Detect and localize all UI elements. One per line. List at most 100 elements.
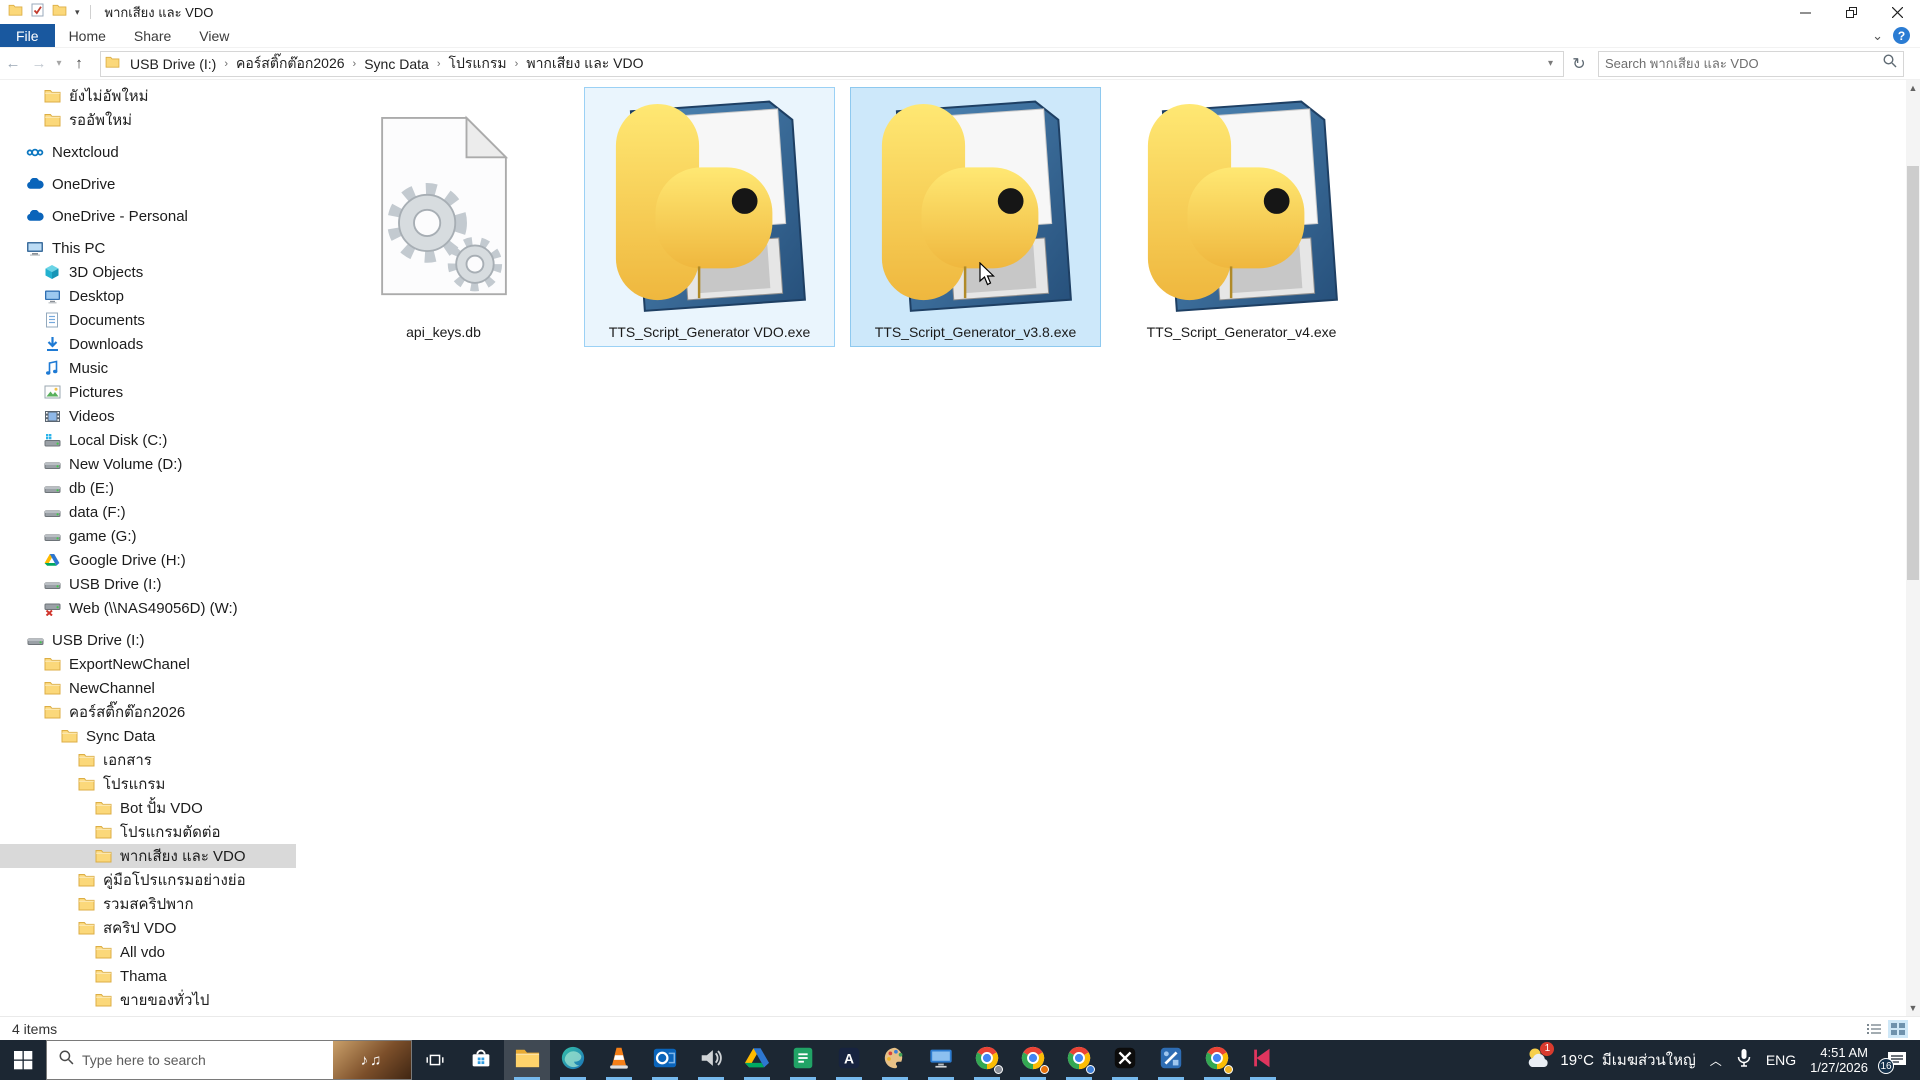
search-icon[interactable] [1883, 54, 1897, 73]
sidebar-item-desktop[interactable]: Desktop [0, 284, 296, 308]
recent-locations-chevron-icon[interactable]: ▾ [52, 58, 66, 69]
sidebar-item-data-f[interactable]: data (F:) [0, 500, 296, 524]
sidebar-item-onedrive[interactable]: OneDrive [0, 172, 296, 196]
sidebar-item-newchannel[interactable]: NewChannel [0, 676, 296, 700]
sidebar-item-game-g[interactable]: game (G:) [0, 524, 296, 548]
sidebar-item-3d-objects[interactable]: 3D Objects [0, 260, 296, 284]
up-arrow-icon[interactable]: ↑ [66, 55, 92, 72]
sidebar-item-[interactable]: รวมสคริปพาก [0, 892, 296, 916]
taskbar-app-edge[interactable] [550, 1040, 596, 1080]
sidebar-item-[interactable]: เอกสาร [0, 748, 296, 772]
microphone-icon[interactable] [1736, 1048, 1752, 1073]
breadcrumb-separator-icon[interactable]: › [435, 58, 443, 70]
sidebar-item-web-nas49056d-w[interactable]: Web (\\NAS49056D) (W:) [0, 596, 296, 620]
sidebar-item-[interactable]: ขายของทั่วไป [0, 988, 296, 1012]
taskbar-app-file-explorer[interactable] [504, 1040, 550, 1080]
sidebar-item-documents[interactable]: Documents [0, 308, 296, 332]
details-view-icon[interactable] [1864, 1020, 1884, 1038]
breadcrumb-segment[interactable]: โปรแกรม [442, 53, 512, 75]
ribbon-tab-file[interactable]: File [0, 24, 55, 47]
breadcrumb-separator-icon[interactable]: › [513, 58, 521, 70]
sidebar-item-usb-drive-i[interactable]: USB Drive (I:) [0, 572, 296, 596]
icons-view-icon[interactable] [1888, 1019, 1908, 1038]
search-highlight-art[interactable]: ♪♫ [333, 1041, 411, 1079]
restore-button[interactable] [1828, 0, 1874, 24]
taskbar-app-paint-palette[interactable] [872, 1040, 918, 1080]
file-item[interactable]: TTS_Script_Generator VDO.exe [584, 87, 835, 347]
sidebar-item-bot-vdo[interactable]: Bot ปั้ม VDO [0, 796, 296, 820]
new-folder-icon[interactable] [52, 3, 67, 21]
taskbar-app-outlook[interactable] [642, 1040, 688, 1080]
sidebar-item-[interactable]: คู่มือโปรแกรมอย่างย่อ [0, 868, 296, 892]
close-button[interactable] [1874, 0, 1920, 24]
taskbar-app-vlc[interactable] [596, 1040, 642, 1080]
start-button[interactable] [0, 1040, 46, 1080]
sidebar-item-google-drive-h[interactable]: Google Drive (H:) [0, 548, 296, 572]
sidebar-item-vdo[interactable]: พากเสียง และ VDO [0, 844, 296, 868]
taskbar-app-chrome[interactable] [1056, 1040, 1102, 1080]
sidebar-item-downloads[interactable]: Downloads [0, 332, 296, 356]
back-arrow-icon[interactable]: ← [0, 55, 26, 72]
sidebar-item-local-disk-c[interactable]: Local Disk (C:) [0, 428, 296, 452]
clock[interactable]: 4:51 AM 1/27/2026 [1810, 1045, 1868, 1075]
sidebar-item-vdo[interactable]: สคริป VDO [0, 916, 296, 940]
sidebar-item-usb-drive-i[interactable]: USB Drive (I:) [0, 628, 296, 652]
ribbon-tab-home[interactable]: Home [55, 24, 120, 47]
sidebar-item-music[interactable]: Music [0, 356, 296, 380]
sidebar-item-thama[interactable]: Thama [0, 964, 296, 988]
forward-arrow-icon[interactable]: → [26, 55, 52, 72]
sidebar-item-[interactable]: โปรแกรม [0, 772, 296, 796]
ribbon-tab-share[interactable]: Share [120, 24, 185, 47]
sidebar-item-db-e[interactable]: db (E:) [0, 476, 296, 500]
weather-widget[interactable]: 1 19°C มีเมฆส่วนใหญ่ [1526, 1041, 1696, 1075]
file-item[interactable]: api_keys.db [318, 87, 569, 347]
sidebar-item-exportnewchanel[interactable]: ExportNewChanel [0, 652, 296, 676]
taskbar-app-app-a[interactable]: A [826, 1040, 872, 1080]
file-item[interactable]: TTS_Script_Generator_v3.8.exe [850, 87, 1101, 347]
ribbon-tab-view[interactable]: View [185, 24, 243, 47]
taskbar-app-google-drive[interactable] [734, 1040, 780, 1080]
properties-icon[interactable] [31, 3, 44, 22]
notification-center-icon[interactable]: 16 [1878, 1050, 1912, 1074]
sidebar-item-[interactable]: รออัพใหม่ [0, 108, 296, 132]
file-item[interactable]: TTS_Script_Generator_v4.exe [1116, 87, 1367, 347]
sidebar-item-[interactable]: ยังไม่อัพใหม่ [0, 84, 296, 108]
taskbar-app-store[interactable] [458, 1040, 504, 1080]
sidebar-item-new-volume-d[interactable]: New Volume (D:) [0, 452, 296, 476]
file-list[interactable]: api_keys.db TTS_Script_Generator VDO.exe T… [296, 80, 1920, 1016]
search-box[interactable] [1598, 50, 1904, 77]
hidden-icons-chevron-icon[interactable]: ︿ [1710, 1052, 1722, 1069]
language-indicator[interactable]: ENG [1766, 1052, 1796, 1068]
address-dropdown-icon[interactable]: ▾ [1542, 58, 1559, 69]
taskbar-app-x-app[interactable] [1102, 1040, 1148, 1080]
taskbar-app-audio-app[interactable] [688, 1040, 734, 1080]
customize-quick-access-icon[interactable]: ▾ [75, 7, 80, 18]
minimize-button[interactable] [1782, 0, 1828, 24]
breadcrumb-separator-icon[interactable]: › [351, 58, 359, 70]
sidebar-item-this-pc[interactable]: This PC [0, 236, 296, 260]
task-view-button[interactable] [412, 1040, 458, 1080]
taskbar-app-chrome[interactable] [964, 1040, 1010, 1080]
breadcrumb-separator-icon[interactable]: › [222, 58, 230, 70]
taskbar-app-media-red[interactable] [1240, 1040, 1286, 1080]
breadcrumb-segment[interactable]: Sync Data [358, 56, 435, 72]
taskbar-app-remote-desktop[interactable] [918, 1040, 964, 1080]
breadcrumb-segment[interactable]: USB Drive (I:) [124, 56, 222, 72]
taskbar-app-sql-tool[interactable] [1148, 1040, 1194, 1080]
sidebar-item-pictures[interactable]: Pictures [0, 380, 296, 404]
address-bar[interactable]: USB Drive (I:) › คอร์สติ๊กต๊อก2026 › Sync Da… [100, 50, 1564, 77]
breadcrumb-segment[interactable]: คอร์สติ๊กต๊อก2026 [230, 53, 351, 75]
refresh-icon[interactable]: ↻ [1566, 51, 1592, 77]
taskbar-app-green-document[interactable] [780, 1040, 826, 1080]
sidebar-item-nextcloud[interactable]: Nextcloud [0, 140, 296, 164]
sidebar-item-2026[interactable]: คอร์สติ๊กต๊อก2026 [0, 700, 296, 724]
sidebar-item-onedrive-personal[interactable]: OneDrive - Personal [0, 204, 296, 228]
taskbar-search-input[interactable] [82, 1052, 333, 1068]
ribbon-collapse-icon[interactable]: ⌄ [1872, 28, 1883, 44]
sidebar-item-sync-data[interactable]: Sync Data [0, 724, 296, 748]
search-input[interactable] [1605, 56, 1883, 71]
sidebar-item-all-vdo[interactable]: All vdo [0, 940, 296, 964]
taskbar-app-chrome[interactable] [1194, 1040, 1240, 1080]
help-icon[interactable]: ? [1893, 27, 1910, 44]
sidebar-item-[interactable]: โปรแกรมตัดต่อ [0, 820, 296, 844]
